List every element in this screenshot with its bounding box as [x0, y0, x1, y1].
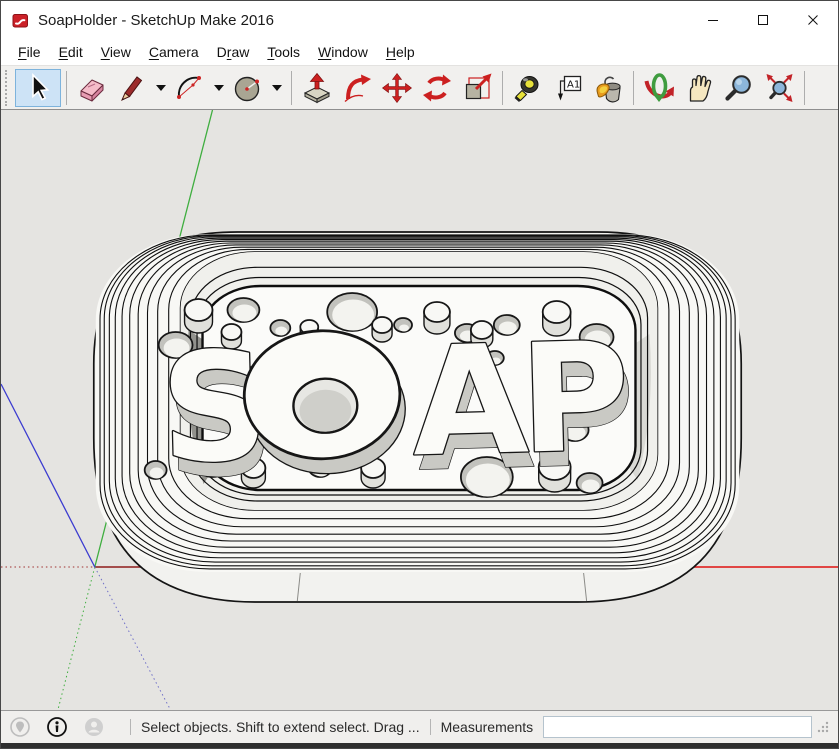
rotate-icon — [421, 72, 453, 104]
peg-top — [372, 317, 392, 333]
arc-tool-button[interactable] — [170, 69, 210, 107]
menu-item-tools[interactable]: Tools — [258, 42, 309, 62]
toolbar-separator — [804, 71, 805, 105]
toolbar-separator — [502, 71, 503, 105]
minimize-icon — [707, 14, 719, 26]
orbit-tool-button[interactable] — [639, 69, 679, 107]
title-bar: SoapHolder - SketchUp Make 2016 — [1, 1, 838, 39]
caption-buttons — [688, 1, 838, 39]
resize-grip[interactable] — [816, 720, 830, 734]
zoom-tool-button[interactable] — [719, 69, 759, 107]
maximize-icon — [757, 14, 769, 26]
move-icon — [381, 72, 413, 104]
zoom-extents-icon — [763, 72, 795, 104]
text-tool-button[interactable]: A1 — [548, 69, 588, 107]
minimize-button[interactable] — [688, 1, 738, 39]
geolocation-icon[interactable] — [9, 716, 31, 738]
peg-top — [185, 299, 213, 321]
measurements-input[interactable] — [543, 716, 812, 738]
statusbar-separator — [430, 719, 431, 735]
text-tool-icon: A1 — [552, 72, 584, 104]
arc-icon — [174, 72, 206, 104]
maximize-button[interactable] — [738, 1, 788, 39]
status-bar: Select objects. Shift to extend select. … — [1, 711, 838, 743]
sign-in-person-icon[interactable] — [83, 716, 105, 738]
zoom-icon — [723, 72, 755, 104]
arc-tool-dropdown[interactable] — [210, 69, 228, 107]
soap-holder-model: SAPSAP — [1, 110, 838, 710]
menu-item-edit[interactable]: Edit — [50, 42, 92, 62]
paint-bucket-tool-button[interactable] — [588, 69, 628, 107]
menu-item-help[interactable]: Help — [377, 42, 424, 62]
chevron-down-icon — [214, 85, 224, 91]
menu-item-view[interactable]: View — [92, 42, 140, 62]
circle-icon — [232, 72, 264, 104]
paint-bucket-icon — [592, 72, 624, 104]
blue-axis — [1, 384, 95, 567]
svg-text:AP: AP — [410, 311, 626, 491]
chevron-down-icon — [272, 85, 282, 91]
sketchup-window: SoapHolder - SketchUp Make 2016 FileEdit… — [0, 0, 839, 749]
push-pull-tool-button[interactable] — [297, 69, 337, 107]
scale-tool-button[interactable] — [457, 69, 497, 107]
window-title: SoapHolder - SketchUp Make 2016 — [38, 12, 274, 29]
menu-item-camera[interactable]: Camera — [140, 42, 208, 62]
circle-tool-button[interactable] — [228, 69, 268, 107]
close-button[interactable] — [788, 1, 838, 39]
orbit-icon — [643, 72, 675, 104]
statusbar-separator — [130, 719, 131, 735]
zoom-extents-tool-button[interactable] — [759, 69, 799, 107]
scale-icon — [461, 72, 493, 104]
menu-item-file[interactable]: File — [9, 42, 50, 62]
toolbar-separator — [66, 71, 67, 105]
close-icon — [807, 14, 819, 26]
tape-measure-tool-button[interactable] — [508, 69, 548, 107]
model-viewport[interactable]: SAPSAP — [1, 110, 838, 711]
menu-item-draw[interactable]: Draw — [208, 42, 259, 62]
move-tool-button[interactable] — [377, 69, 417, 107]
follow-me-icon — [341, 72, 373, 104]
window-bottom-border — [1, 743, 838, 749]
circle-tool-dropdown[interactable] — [268, 69, 286, 107]
blue-axis-dotted — [95, 567, 171, 710]
eraser-tool-button[interactable] — [72, 69, 112, 107]
green-axis-dotted — [58, 567, 95, 710]
menu-bar: FileEditViewCameraDrawToolsWindowHelp — [1, 39, 838, 65]
pencil-icon — [116, 72, 148, 104]
rotate-tool-button[interactable] — [417, 69, 457, 107]
select-tool-button[interactable] — [15, 69, 61, 107]
line-tool-dropdown[interactable] — [152, 69, 170, 107]
push-pull-icon — [301, 72, 333, 104]
line-tool-button[interactable] — [112, 69, 152, 107]
model-info-icon[interactable] — [46, 716, 68, 738]
measurements-label: Measurements — [441, 719, 534, 735]
status-hint: Select objects. Shift to extend select. … — [141, 719, 420, 735]
pan-tool-button[interactable] — [679, 69, 719, 107]
toolbar-gripper[interactable] — [5, 70, 11, 106]
toolbar-separator — [291, 71, 292, 105]
svg-text:A1: A1 — [567, 79, 580, 90]
sketchup-logo-icon — [12, 12, 29, 29]
select-arrow-icon — [22, 72, 54, 104]
follow-me-tool-button[interactable] — [337, 69, 377, 107]
eraser-icon — [76, 72, 108, 104]
toolbar: A1 — [1, 65, 838, 110]
pan-hand-icon — [683, 72, 715, 104]
menu-item-window[interactable]: Window — [309, 42, 377, 62]
toolbar-separator — [633, 71, 634, 105]
tape-measure-icon — [512, 72, 544, 104]
chevron-down-icon — [156, 85, 166, 91]
